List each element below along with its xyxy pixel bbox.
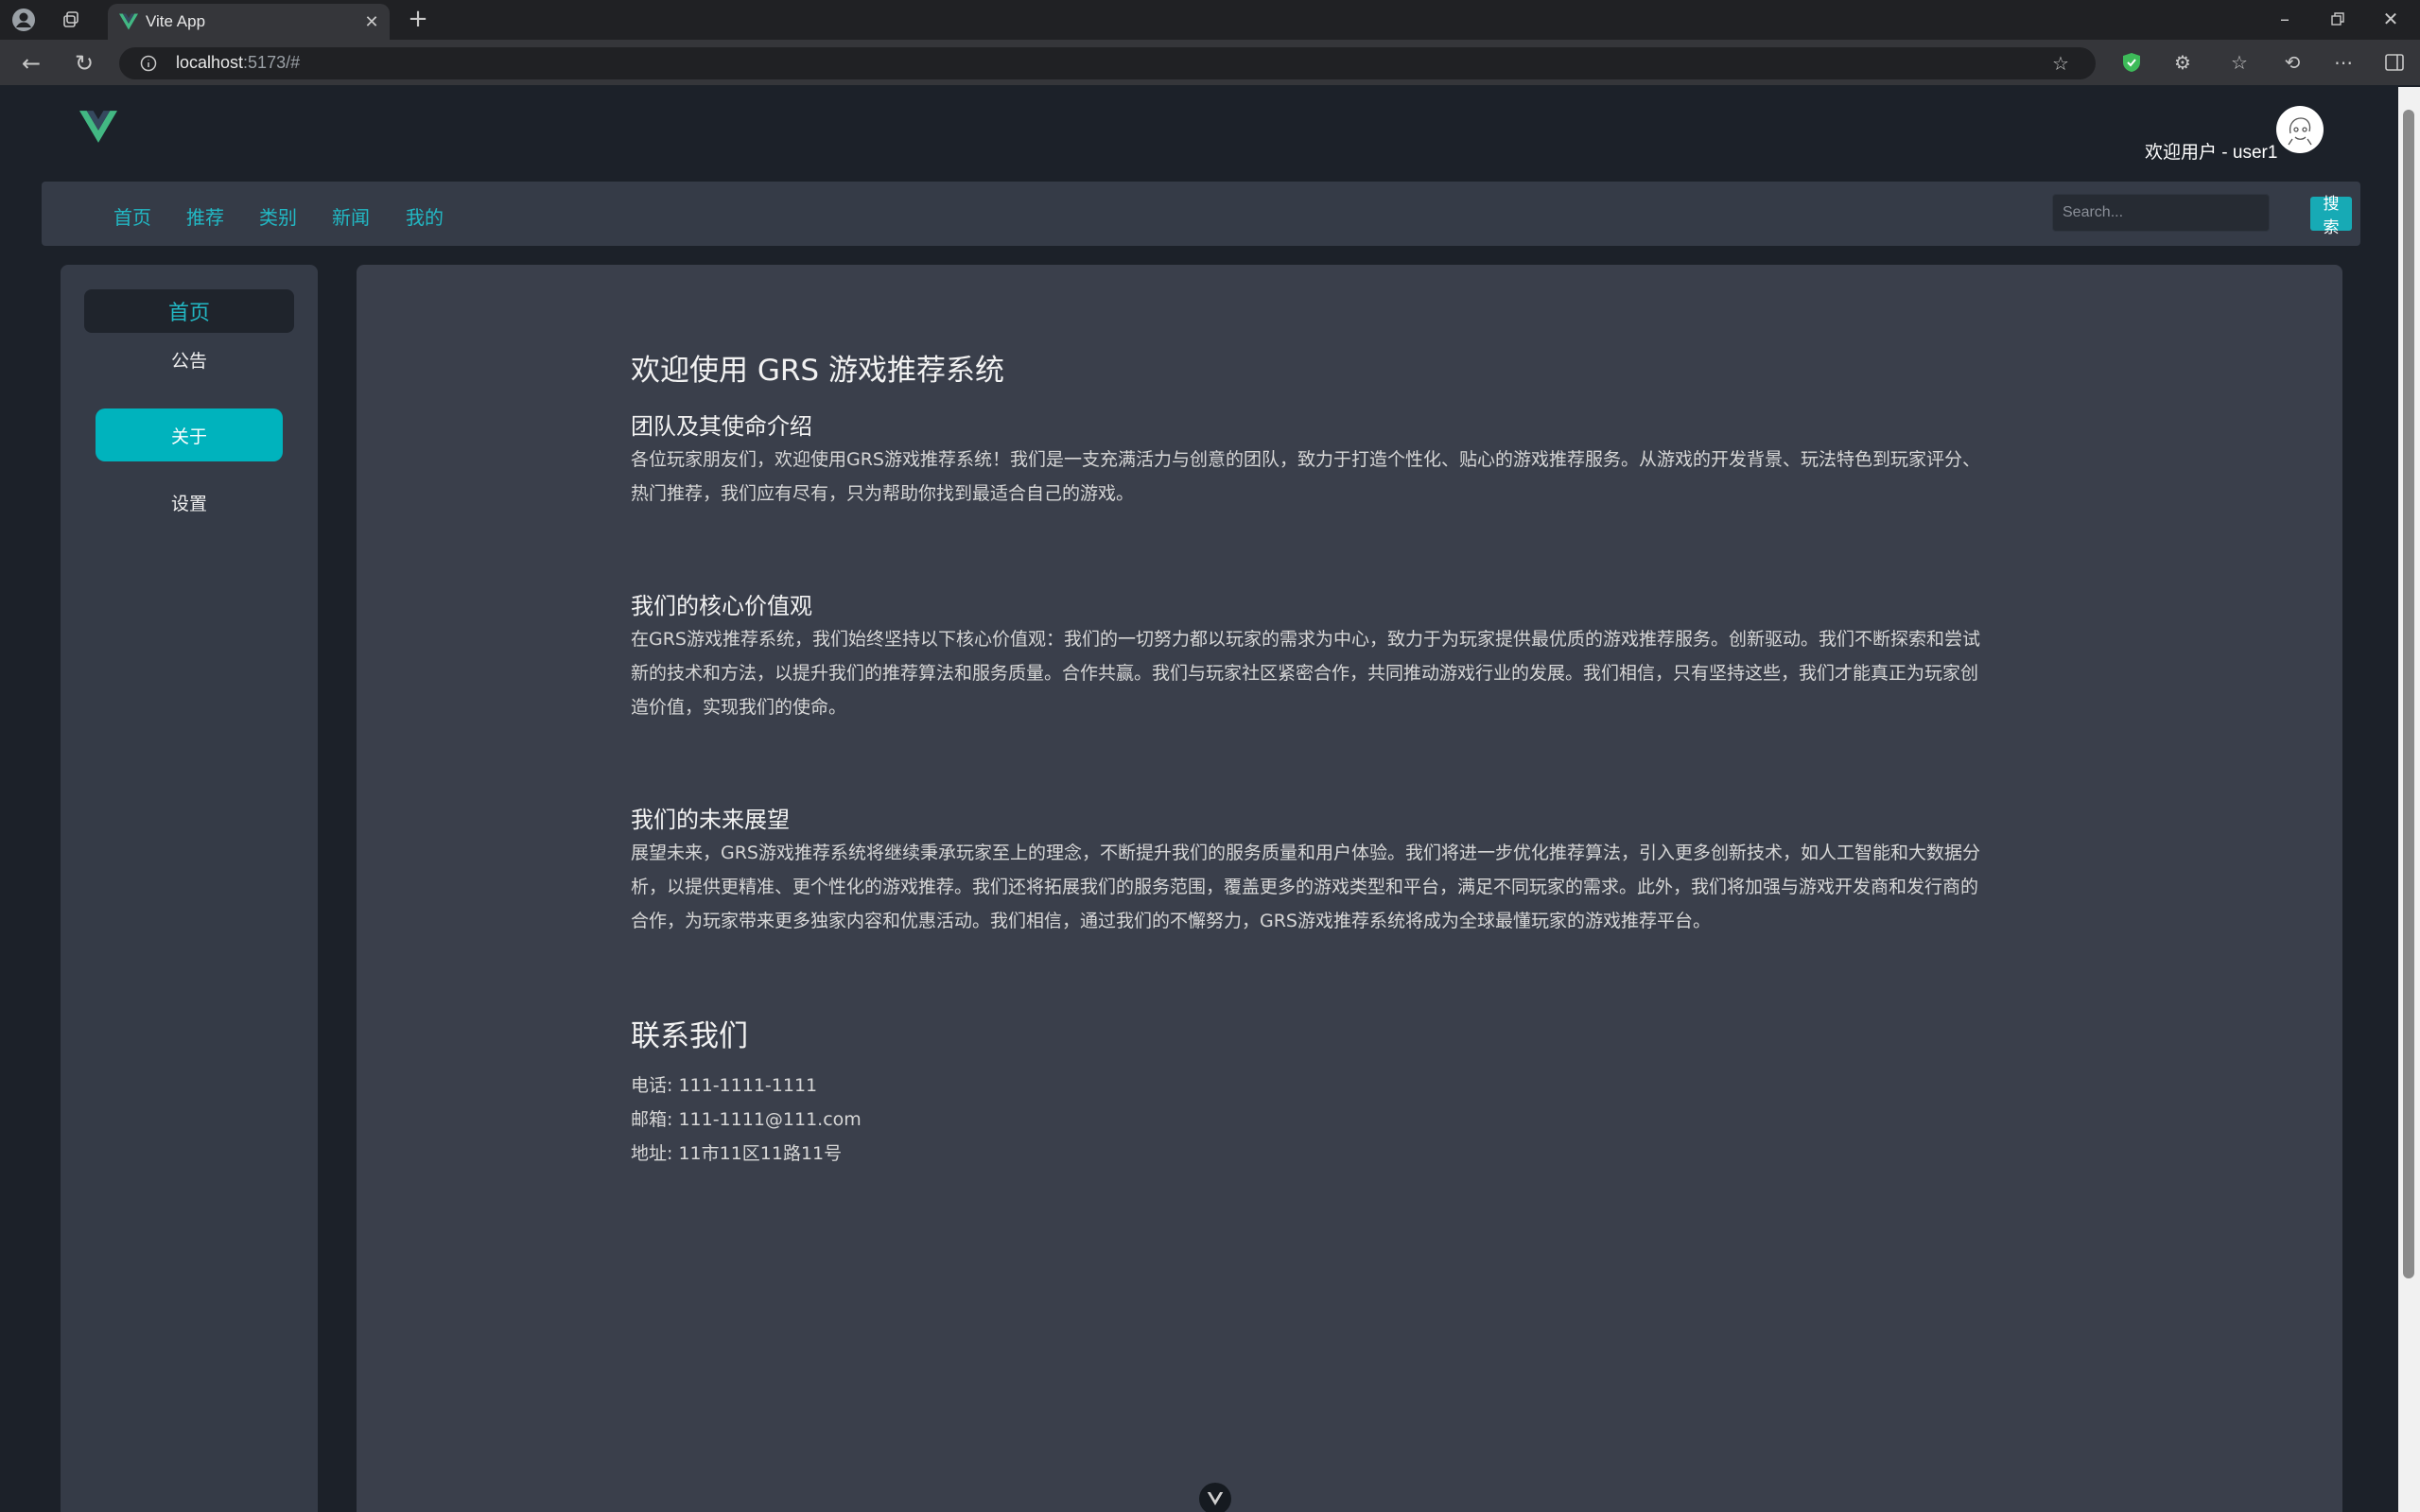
section-heading-future: 我们的未来展望 (631, 807, 790, 833)
more-menu-icon[interactable]: ⋯ (2332, 51, 2355, 74)
nav-link-category[interactable]: 类别 (259, 202, 297, 230)
vue-logo-icon[interactable] (79, 111, 117, 147)
profile-icon[interactable] (11, 8, 36, 32)
avatar[interactable] (2276, 106, 2324, 153)
section-text-line: 热门推荐，我们应有尽有，只为帮助你找到最适合自己的游戏。 (631, 483, 1135, 504)
sidebar: 首页 公告 关于 设置 (61, 265, 318, 1512)
about-article: 欢迎使用 GRS 游戏推荐系统 团队及其使命介绍 各位玩家朋友们，欢迎使用GRS… (631, 352, 2059, 1171)
search-input[interactable] (2052, 194, 2270, 232)
sidebar-home[interactable]: 首页 (84, 289, 294, 333)
url-text: localhost:5173/# (176, 53, 301, 72)
page-title: 欢迎使用 GRS 游戏推荐系统 (631, 354, 1004, 388)
restore-icon[interactable] (2326, 8, 2349, 30)
app-viewport: 欢迎用户 - user1 首页 推荐 类别 新闻 我的 搜索 首页 公告 关于 … (6, 87, 2398, 1512)
section-heading-team: 团队及其使命介绍 (631, 413, 812, 440)
favorites-icon[interactable]: ☆ (2228, 51, 2251, 74)
contact-phone: 电话: 111-1111-1111 (631, 1075, 818, 1096)
welcome-text: 欢迎用户 - user1 (2145, 143, 2278, 163)
nav-link-news[interactable]: 新闻 (332, 202, 370, 230)
shield-extension-icon[interactable] (2120, 51, 2143, 74)
scroll-down-icon[interactable] (1199, 1483, 1231, 1512)
vue-favicon-icon (119, 13, 138, 30)
site-info-icon[interactable] (140, 55, 157, 72)
section-text-line: 展望未来，GRS游戏推荐系统将继续秉承玩家至上的理念，不断提升我们的服务质量和用… (631, 843, 1980, 863)
nav-link-recommend[interactable]: 推荐 (186, 202, 224, 230)
new-tab-icon[interactable]: + (405, 5, 431, 33)
main-content: 欢迎使用 GRS 游戏推荐系统 团队及其使命介绍 各位玩家朋友们，欢迎使用GRS… (357, 265, 2342, 1512)
top-nav: 首页 推荐 类别 新闻 我的 搜索 (42, 182, 2360, 246)
back-icon[interactable]: ← (19, 50, 44, 77)
extensions-icon[interactable]: ⚙ (2171, 51, 2194, 74)
section-text-line: 析，以提供更精准、更个性化的游戏推荐。我们还将拓展我们的服务范围，覆盖更多的游戏… (631, 877, 1979, 897)
nav-link-home[interactable]: 首页 (113, 202, 151, 230)
section-text-line: 合作，为玩家带来更多独家内容和优惠活动。我们相信，通过我们的不懈努力，GRS游戏… (631, 911, 1711, 931)
tab-title: Vite App (146, 12, 206, 30)
section-text-line: 各位玩家朋友们，欢迎使用GRS游戏推荐系统！我们是一支充满活力与创意的团队，致力… (631, 449, 1980, 470)
reload-icon[interactable]: ↻ (72, 50, 96, 77)
address-bar[interactable]: localhost:5173/# ☆ (119, 47, 2096, 79)
section-text-line: 造价值，实现我们的使命。 (631, 697, 847, 718)
section-text-line: 新的技术和方法，以提升我们的推荐算法和服务质量。合作共赢。我们与玩家社区紧密合作… (631, 663, 1979, 684)
workspaces-icon[interactable] (61, 9, 81, 30)
sidebar-item-settings[interactable]: 设置 (61, 486, 318, 518)
contact-title: 联系我们 (631, 1019, 748, 1053)
tab-vite-app[interactable]: Vite App ✕ (108, 4, 390, 40)
nav-link-mine[interactable]: 我的 (406, 202, 444, 230)
section-text-line: 在GRS游戏推荐系统，我们始终坚持以下核心价值观：我们的一切努力都以玩家的需求为… (631, 629, 1980, 650)
close-window-icon[interactable]: ✕ (2379, 8, 2402, 30)
scrollbar-thumb[interactable] (2403, 110, 2414, 1278)
history-icon[interactable]: ⟲ (2281, 51, 2304, 74)
search-button[interactable]: 搜索 (2310, 195, 2352, 237)
browser-tab-bar: Vite App ✕ + – ✕ (0, 0, 2420, 40)
browser-toolbar: ← ↻ localhost:5173/# ☆ ⚙ ☆ ⟲ ⋯ (0, 40, 2420, 85)
contact-email: 邮箱: 111-1111@111.com (631, 1109, 862, 1130)
sidebar-toggle-icon[interactable] (2383, 51, 2406, 74)
sidebar-item-announcement[interactable]: 公告 (61, 343, 318, 375)
close-tab-icon[interactable]: ✕ (363, 12, 380, 32)
sidebar-item-about[interactable]: 关于 (96, 408, 283, 461)
favorite-star-icon[interactable]: ☆ (2050, 52, 2071, 75)
contact-address: 地址: 11市11区11路11号 (631, 1143, 843, 1164)
minimize-icon[interactable]: – (2273, 8, 2296, 30)
section-heading-values: 我们的核心价值观 (631, 593, 812, 619)
